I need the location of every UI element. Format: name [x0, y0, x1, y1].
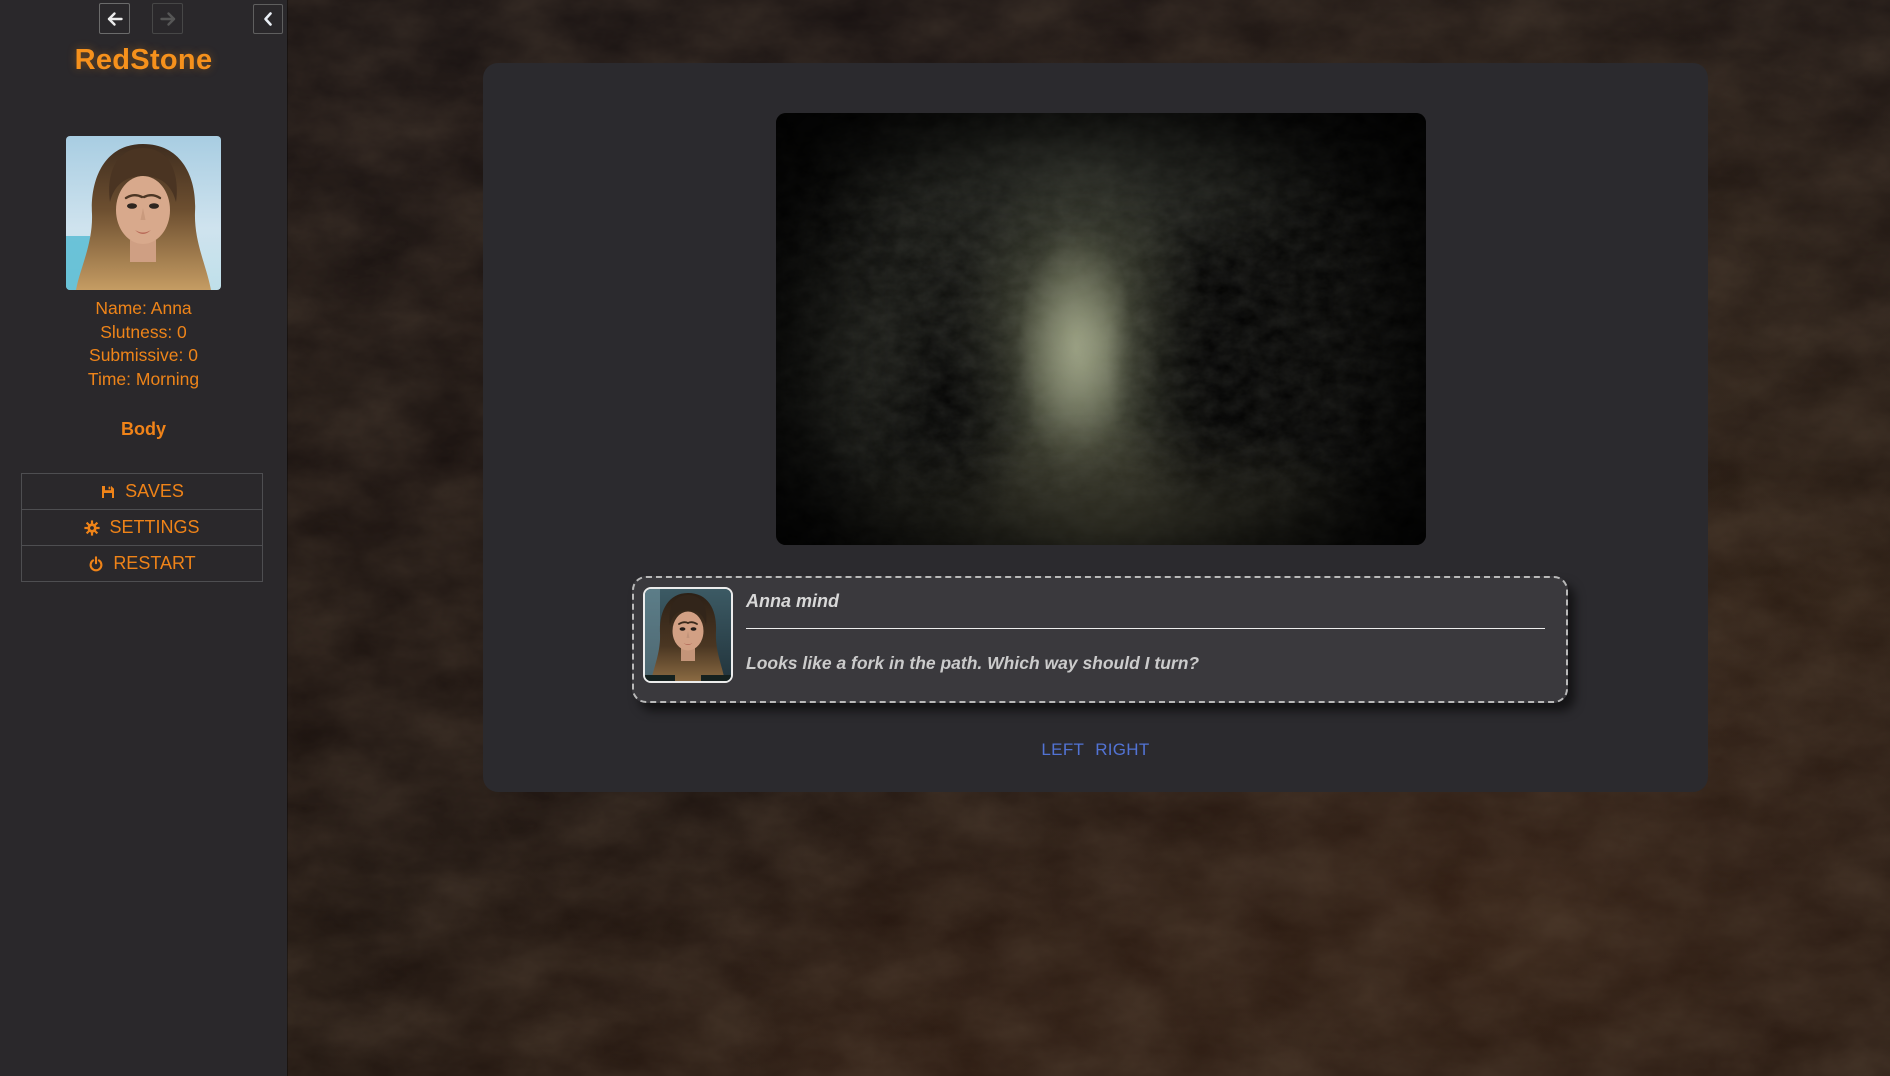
main-panel: Anna mind Looks like a fork in the path.…	[483, 63, 1708, 792]
stat-name: Name: Anna	[0, 297, 287, 321]
app-root: RedStone	[0, 0, 1890, 1076]
stat-submissive: Submissive: 0	[0, 344, 287, 368]
speaker-name: Anna mind	[746, 591, 1557, 612]
sidebar: RedStone	[0, 0, 287, 1076]
app-title: RedStone	[0, 44, 287, 77]
menu-item-label: SETTINGS	[109, 517, 199, 538]
dialogue-divider	[746, 628, 1545, 629]
character-stats: Name: Anna Slutness: 0 Submissive: 0 Tim…	[0, 297, 287, 391]
save-icon	[100, 484, 116, 500]
scene-image-cave	[776, 113, 1426, 545]
menu-item-saves[interactable]: SAVES	[22, 474, 262, 509]
character-portrait	[66, 136, 221, 290]
history-back-button[interactable]	[99, 3, 130, 34]
menu-item-label: SAVES	[125, 481, 184, 502]
choices: LEFT RIGHT	[483, 740, 1708, 760]
choice-right[interactable]: RIGHT	[1095, 740, 1149, 760]
power-icon	[88, 556, 104, 572]
dialogue-box: Anna mind Looks like a fork in the path.…	[632, 576, 1568, 703]
sidebar-menu: SAVES	[21, 473, 263, 582]
menu-item-label: RESTART	[113, 553, 195, 574]
gear-icon	[84, 520, 100, 536]
body-link[interactable]: Body	[0, 419, 287, 440]
arrow-left-icon	[106, 11, 124, 27]
speaker-portrait	[643, 587, 733, 683]
chevron-left-icon	[261, 11, 275, 27]
dialogue-content: Anna mind Looks like a fork in the path.…	[746, 587, 1557, 692]
arrow-right-icon	[159, 11, 177, 27]
choice-left[interactable]: LEFT	[1041, 740, 1084, 760]
history-forward-button[interactable]	[152, 3, 183, 34]
menu-item-restart[interactable]: RESTART	[22, 545, 262, 581]
sidebar-collapse-button[interactable]	[253, 4, 283, 34]
stat-slutness: Slutness: 0	[0, 321, 287, 345]
dialogue-text: Looks like a fork in the path. Which way…	[746, 653, 1557, 674]
menu-item-settings[interactable]: SETTINGS	[22, 509, 262, 545]
stat-time: Time: Morning	[0, 368, 287, 392]
